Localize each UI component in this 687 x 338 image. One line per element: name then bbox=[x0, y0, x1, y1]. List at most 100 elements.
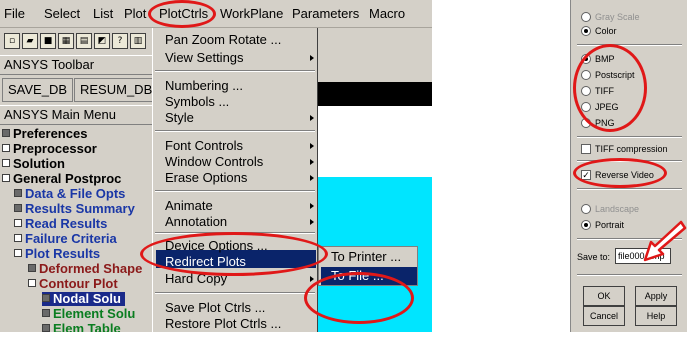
menu-item-font-controls[interactable]: Font Controls bbox=[165, 138, 243, 153]
tree-item-contour-plot[interactable]: Contour Plot bbox=[28, 277, 118, 291]
dialog-separator bbox=[577, 188, 682, 190]
expand-plus-icon bbox=[2, 159, 10, 167]
tree-item-preprocessor[interactable]: Preprocessor bbox=[2, 142, 97, 156]
menu-item-symbols[interactable]: Symbols ... bbox=[165, 94, 229, 109]
menu-file[interactable]: File bbox=[4, 6, 25, 21]
landscape-radio[interactable] bbox=[581, 204, 591, 214]
menu-item-view-settings[interactable]: View Settings bbox=[165, 50, 244, 65]
submenu-arrow-icon bbox=[310, 55, 314, 61]
submenu-arrow-icon bbox=[310, 175, 314, 181]
ansys-window: File Select List Plot PlotCtrls WorkPlan… bbox=[0, 0, 432, 332]
menu-item-save-plot-ctrls[interactable]: Save Plot Ctrls ... bbox=[165, 300, 265, 315]
collapse-minus-icon bbox=[28, 279, 36, 287]
menu-item-erase-options[interactable]: Erase Options bbox=[165, 170, 247, 185]
menu-item-numbering[interactable]: Numbering ... bbox=[165, 78, 243, 93]
apply-button[interactable]: Apply bbox=[635, 286, 677, 306]
report-icon[interactable]: ▦ bbox=[58, 33, 74, 49]
tree-item-solution[interactable]: Solution bbox=[2, 157, 65, 171]
cancel-button[interactable]: Cancel bbox=[583, 306, 625, 326]
menu-item-window-controls[interactable]: Window Controls bbox=[165, 154, 263, 169]
dialog-marker-icon bbox=[14, 204, 22, 212]
annotation-ellipse-plotctrls bbox=[148, 0, 216, 28]
dialog-marker-icon bbox=[2, 129, 10, 137]
menu-separator bbox=[155, 190, 315, 192]
tree-item-general-postproc[interactable]: General Postproc bbox=[2, 172, 121, 186]
submenu-arrow-icon bbox=[310, 219, 314, 225]
expand-plus-icon bbox=[14, 219, 22, 227]
landscape-label: Landscape bbox=[595, 204, 640, 214]
menu-item-restore-plot-ctrls[interactable]: Restore Plot Ctrls ... bbox=[165, 316, 281, 331]
help-button[interactable]: Help bbox=[635, 306, 677, 326]
annotation-ellipse-hard-copy bbox=[140, 232, 328, 276]
tree-item-element-solu[interactable]: Element Solu bbox=[42, 307, 135, 321]
gray-scale-radio[interactable] bbox=[581, 12, 591, 22]
save-db-button[interactable]: SAVE_DB bbox=[2, 78, 74, 102]
tiff-compression-checkbox[interactable] bbox=[581, 144, 591, 154]
dialog-marker-icon bbox=[14, 189, 22, 197]
ok-button[interactable]: OK bbox=[583, 286, 625, 306]
tree-item-plot-results[interactable]: Plot Results bbox=[14, 247, 100, 261]
main-menu-tree: Preferences Preprocessor Solution Genera… bbox=[0, 125, 152, 332]
main-menu-title: ANSYS Main Menu bbox=[0, 105, 152, 125]
expand-plus-icon bbox=[14, 234, 22, 242]
submenu-arrow-icon bbox=[310, 115, 314, 121]
menu-item-annotation[interactable]: Annotation bbox=[165, 214, 227, 229]
help-icon[interactable]: ? bbox=[112, 33, 128, 49]
resume-db-button[interactable]: RESUM_DB bbox=[74, 78, 159, 102]
hard-copy-dialog: Gray Scale Color BMP Postscript TIFF JPE… bbox=[570, 0, 687, 332]
tree-item-read-results[interactable]: Read Results bbox=[14, 217, 107, 231]
portrait-radio[interactable] bbox=[581, 220, 591, 230]
submenu-arrow-icon bbox=[310, 203, 314, 209]
plotctrls-dropdown: Pan Zoom Rotate ... View Settings Number… bbox=[152, 28, 318, 332]
ansys-toolbar-title: ANSYS Toolbar bbox=[0, 55, 152, 75]
tree-item-preferences[interactable]: Preferences bbox=[2, 127, 87, 141]
menu-plot[interactable]: Plot bbox=[124, 6, 146, 21]
dialog-marker-icon bbox=[42, 324, 50, 332]
menu-bar: File Select List Plot PlotCtrls WorkPlan… bbox=[0, 0, 432, 28]
save-disk-icon[interactable]: ■ bbox=[40, 33, 56, 49]
image-capture-icon[interactable]: ◩ bbox=[94, 33, 110, 49]
menu-item-pan-zoom-rotate[interactable]: Pan Zoom Rotate ... bbox=[165, 32, 281, 47]
menu-macro[interactable]: Macro bbox=[369, 6, 405, 21]
icon-toolbar: ▫ ▰ ■ ▦ ▤ ◩ ? ▥ bbox=[0, 28, 152, 55]
submenu-arrow-icon bbox=[310, 159, 314, 165]
annotation-ellipse-reverse-video bbox=[573, 158, 667, 188]
menu-item-to-printer[interactable]: To Printer ... bbox=[331, 249, 401, 264]
dialog-separator bbox=[577, 44, 682, 46]
menu-workplane[interactable]: WorkPlane bbox=[220, 6, 283, 21]
dialog-separator bbox=[577, 274, 682, 276]
tree-item-deformed-shape[interactable]: Deformed Shape bbox=[28, 262, 142, 276]
menu-item-style[interactable]: Style bbox=[165, 110, 194, 125]
expand-plus-icon bbox=[2, 144, 10, 152]
menu-select[interactable]: Select bbox=[44, 6, 80, 21]
collapse-minus-icon bbox=[2, 174, 10, 182]
menu-list[interactable]: List bbox=[93, 6, 113, 21]
open-folder-icon[interactable]: ▰ bbox=[22, 33, 38, 49]
collapse-minus-icon bbox=[14, 249, 22, 257]
menu-parameters[interactable]: Parameters bbox=[292, 6, 359, 21]
menu-item-animate[interactable]: Animate bbox=[165, 198, 213, 213]
portrait-label: Portrait bbox=[595, 220, 625, 230]
tree-item-results-summary[interactable]: Results Summary bbox=[14, 202, 135, 216]
tree-item-data-file-opts[interactable]: Data & File Opts bbox=[14, 187, 125, 201]
new-file-icon[interactable]: ▫ bbox=[4, 33, 20, 49]
print-icon[interactable]: ▤ bbox=[76, 33, 92, 49]
tree-item-failure-criteria[interactable]: Failure Criteria bbox=[14, 232, 117, 246]
graphics-header bbox=[318, 82, 432, 106]
dialog-marker-icon bbox=[42, 294, 50, 302]
ansys-toolbar: SAVE_DB RESUM_DB bbox=[0, 75, 159, 105]
menu-separator bbox=[155, 130, 315, 132]
color-label: Color bbox=[595, 26, 617, 36]
tree-item-elem-table[interactable]: Elem Table bbox=[42, 322, 121, 332]
annotation-arrow-icon bbox=[643, 220, 687, 262]
dialog-marker-icon bbox=[28, 264, 36, 272]
menu-separator bbox=[155, 70, 315, 72]
dialog-separator bbox=[577, 136, 682, 138]
save-to-label: Save to: bbox=[577, 252, 611, 262]
color-radio[interactable] bbox=[581, 26, 591, 36]
tree-item-nodal-solu[interactable]: Nodal Solu bbox=[42, 292, 125, 306]
gray-scale-label: Gray Scale bbox=[595, 12, 640, 22]
dialog-marker-icon bbox=[42, 309, 50, 317]
tiff-compression-label: TIFF compression bbox=[595, 144, 668, 154]
raise-hidden-icon[interactable]: ▥ bbox=[130, 33, 146, 49]
